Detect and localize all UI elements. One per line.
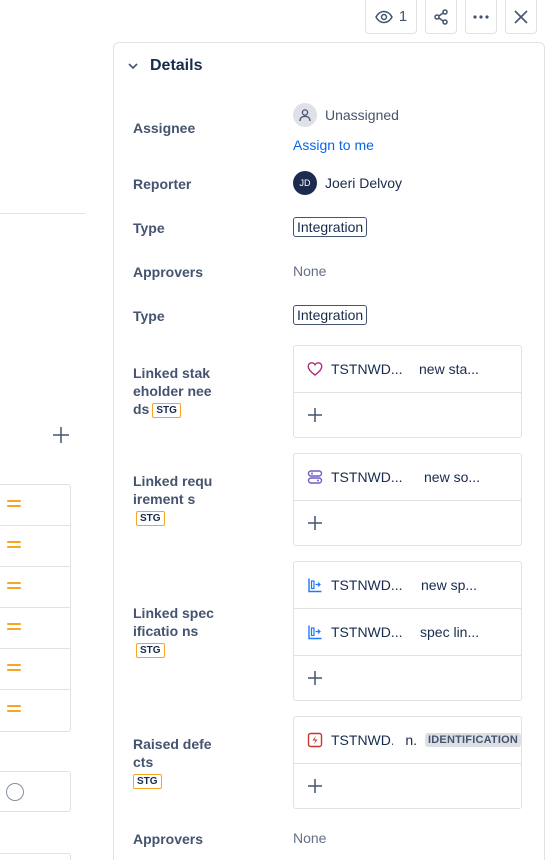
plus-icon xyxy=(308,671,322,685)
linked-specifications-label: Linked specificatio nsSTG xyxy=(133,604,215,658)
watch-button[interactable]: 1 xyxy=(365,0,417,34)
priority-medium-icon xyxy=(7,622,21,632)
defect-icon xyxy=(307,732,323,748)
add-link-button[interactable] xyxy=(294,656,521,700)
reporter-label: Reporter xyxy=(133,176,192,192)
add-link-button[interactable] xyxy=(294,393,521,437)
assign-to-me-link[interactable]: Assign to me xyxy=(293,137,374,153)
issue-summary: n. xyxy=(405,732,418,748)
share-icon xyxy=(434,8,448,25)
plus-icon xyxy=(308,516,322,530)
linked-item-row[interactable]: TSTNWD... n. IDENTIFICATION xyxy=(294,717,521,764)
type-label: Type xyxy=(133,308,165,324)
issue-key: TSTNWD... xyxy=(331,361,403,377)
linked-stakeholder-needs-box: TSTNWD... new sta... xyxy=(293,345,522,438)
linked-stakeholder-needs-label: Linked stakeholder needs STG xyxy=(133,364,215,418)
avatar: JD xyxy=(293,171,317,195)
specification-icon xyxy=(308,625,322,640)
list-item[interactable] xyxy=(0,649,70,690)
issue-summary: spec lin... xyxy=(420,624,480,640)
requirement-icon xyxy=(307,470,323,484)
approvers-value[interactable]: None xyxy=(293,263,326,279)
plus-icon xyxy=(308,408,322,422)
approvers-label: Approvers xyxy=(133,264,204,280)
type-field[interactable]: Integration xyxy=(293,217,368,237)
linked-item-row[interactable]: TSTNWD... new sp... xyxy=(294,562,521,609)
reporter-name: Joeri Delvoy xyxy=(325,175,403,191)
details-header[interactable]: Details xyxy=(126,57,202,75)
add-link-button[interactable] xyxy=(294,501,521,545)
type-tag: Integration xyxy=(293,217,368,237)
left-list-item-partial[interactable] xyxy=(0,853,71,860)
issue-key: TSTNWD... xyxy=(331,577,403,593)
add-link-button[interactable] xyxy=(294,764,521,808)
more-actions-button[interactable] xyxy=(465,0,497,34)
unassigned-avatar-icon xyxy=(293,103,317,127)
label-text: Linked requirement sSTG xyxy=(133,473,213,526)
label-text: Linked specificatio nsSTG xyxy=(133,605,214,658)
reporter-field[interactable]: JD Joeri Delvoy xyxy=(293,171,402,195)
linked-requirements-box: TSTNWD... new so... xyxy=(293,453,522,546)
issue-key: TSTNWD... xyxy=(331,469,403,485)
plus-icon xyxy=(308,779,322,793)
assignee-value: Unassigned xyxy=(325,107,399,123)
linked-item-row[interactable]: TSTNWD... new so... xyxy=(294,454,521,501)
radio-icon[interactable] xyxy=(6,783,24,801)
share-button[interactable] xyxy=(425,0,457,34)
list-item[interactable] xyxy=(0,526,70,567)
issue-key: TSTNWD... xyxy=(331,624,403,640)
linked-item-row[interactable]: TSTNWD... new sta... xyxy=(294,346,521,393)
details-panel: Details Assignee Unassigned Assign to me… xyxy=(113,42,545,860)
priority-medium-icon xyxy=(7,499,21,509)
raised-defects-box: TSTNWD... n. IDENTIFICATION xyxy=(293,716,522,809)
list-item[interactable] xyxy=(0,608,70,649)
type-tag: Integration xyxy=(293,305,368,325)
type-field[interactable]: Integration xyxy=(293,305,368,325)
close-icon xyxy=(514,9,528,24)
list-item[interactable] xyxy=(0,567,70,608)
approvers-label: Approvers xyxy=(133,831,204,847)
label-text: Raised defects STG xyxy=(133,736,212,789)
issue-key: TSTNWD... xyxy=(331,732,393,748)
left-radio-item[interactable] xyxy=(0,771,71,812)
list-item[interactable] xyxy=(0,485,70,526)
left-divider xyxy=(0,213,85,214)
stg-badge: STG xyxy=(133,774,162,789)
eye-icon xyxy=(374,10,393,23)
status-badge: IDENTIFICATION xyxy=(425,733,521,747)
add-icon[interactable] xyxy=(52,426,70,444)
assignee-field[interactable]: Unassigned xyxy=(293,103,399,127)
specification-icon xyxy=(308,578,322,593)
chevron-down-icon[interactable] xyxy=(126,59,140,73)
priority-medium-icon xyxy=(7,704,21,714)
priority-medium-icon xyxy=(7,540,21,550)
priority-medium-icon xyxy=(7,581,21,591)
stg-badge: STG xyxy=(136,511,165,526)
heart-icon xyxy=(307,362,323,376)
issue-summary: new sp... xyxy=(421,577,478,593)
stg-badge: STG xyxy=(152,403,181,418)
list-item[interactable] xyxy=(0,690,70,731)
assignee-label: Assignee xyxy=(133,120,196,136)
issue-summary: new so... xyxy=(424,469,481,485)
approvers-value[interactable]: None xyxy=(293,830,326,846)
linked-requirements-label: Linked requirement sSTG xyxy=(133,472,215,526)
details-title: Details xyxy=(150,57,203,74)
stg-badge: STG xyxy=(136,643,165,658)
linked-item-row[interactable]: TSTNWD... spec lin... xyxy=(294,609,521,656)
left-list xyxy=(0,484,71,732)
close-button[interactable] xyxy=(505,0,537,34)
raised-defects-label: Raised defects STG xyxy=(133,735,215,789)
type-label: Type xyxy=(133,220,165,236)
issue-summary: new sta... xyxy=(419,361,479,377)
watch-count: 1 xyxy=(398,8,408,25)
linked-specifications-box: TSTNWD... new sp... TSTNWD... spec lin..… xyxy=(293,561,522,701)
priority-medium-icon xyxy=(7,663,21,673)
label-text: Linked stakeholder needs STG xyxy=(133,365,212,418)
more-icon xyxy=(473,14,489,19)
